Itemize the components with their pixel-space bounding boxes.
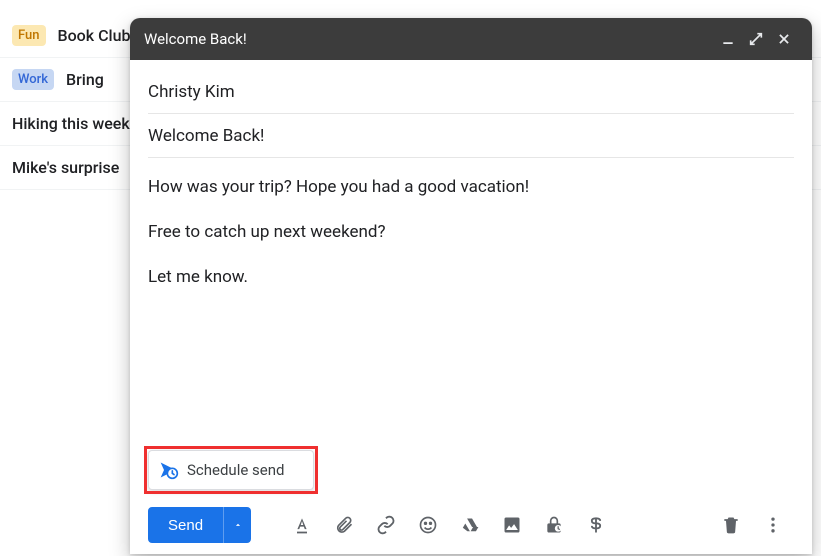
to-value: Christy Kim: [148, 82, 235, 102]
link-icon[interactable]: [365, 507, 407, 543]
image-icon[interactable]: [491, 507, 533, 543]
compose-toolbar: Send: [130, 496, 812, 554]
subject-value: Welcome Back!: [148, 126, 264, 146]
body-line: Free to catch up next weekend?: [148, 221, 794, 244]
compose-header: Welcome Back!: [130, 18, 812, 60]
emoji-icon[interactable]: [407, 507, 449, 543]
compose-title: Welcome Back!: [144, 30, 247, 48]
popout-icon[interactable]: [742, 25, 770, 53]
confidential-icon[interactable]: [533, 507, 575, 543]
schedule-send-label: Schedule send: [187, 461, 284, 479]
minimize-icon[interactable]: [714, 25, 742, 53]
label-fun: Fun: [12, 25, 46, 46]
close-icon[interactable]: [770, 25, 798, 53]
send-options-button[interactable]: [223, 507, 251, 543]
attach-icon[interactable]: [323, 507, 365, 543]
subject-field[interactable]: Welcome Back!: [148, 114, 794, 158]
send-button[interactable]: Send: [148, 507, 223, 543]
inbox-subject: Mike's surprise: [12, 158, 119, 177]
send-button-group: Send: [148, 507, 251, 543]
formatting-icon[interactable]: [281, 507, 323, 543]
drive-icon[interactable]: [449, 507, 491, 543]
label-work: Work: [12, 69, 54, 90]
to-field[interactable]: Christy Kim: [148, 70, 794, 114]
inbox-subject: Book Club: [58, 26, 131, 45]
body-line: Let me know.: [148, 266, 794, 289]
inbox-subject: Bring: [66, 70, 104, 89]
compose-body: Christy Kim Welcome Back! How was your t…: [130, 60, 812, 496]
more-icon[interactable]: [752, 507, 794, 543]
body-line: How was your trip? Hope you had a good v…: [148, 176, 794, 199]
message-body[interactable]: How was your trip? Hope you had a good v…: [148, 158, 794, 496]
trash-icon[interactable]: [710, 507, 752, 543]
schedule-send-menu-item[interactable]: Schedule send: [148, 450, 314, 490]
money-icon[interactable]: [575, 507, 617, 543]
schedule-send-icon: [159, 460, 179, 480]
